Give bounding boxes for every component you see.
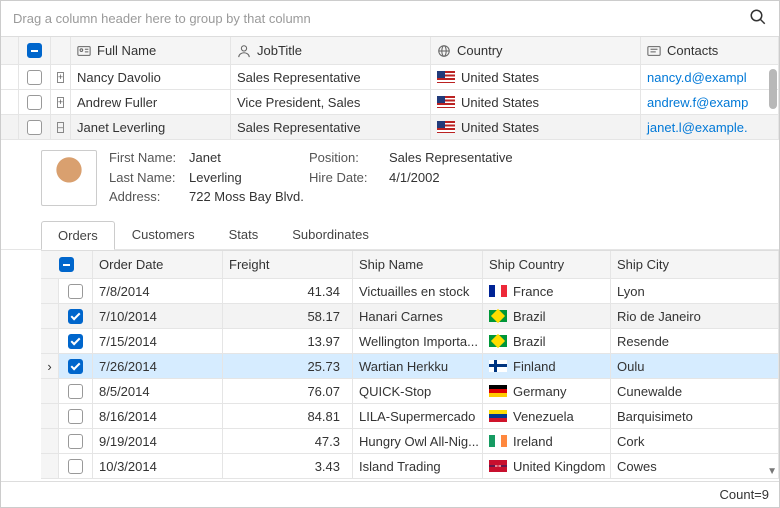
col-country[interactable]: Country <box>431 37 641 64</box>
nested-select-all-checkbox[interactable] <box>59 257 74 272</box>
order-checkbox[interactable] <box>68 434 83 449</box>
row-indicator <box>41 279 59 303</box>
row-checkbox[interactable] <box>27 95 42 110</box>
flag-icon <box>489 360 507 372</box>
tab-customers[interactable]: Customers <box>115 220 212 249</box>
person-icon <box>237 44 251 58</box>
order-checkbox[interactable] <box>68 384 83 399</box>
order-row[interactable]: 7/15/2014 13.97 Wellington Importa... Br… <box>41 329 779 354</box>
order-checkbox[interactable] <box>68 284 83 299</box>
order-row[interactable]: 7/10/2014 58.17 Hanari Carnes Brazil Rio… <box>41 304 779 329</box>
order-checkbox[interactable] <box>68 359 83 374</box>
col-order-date[interactable]: Order Date <box>93 251 223 278</box>
order-row[interactable]: › 7/26/2014 25.73 Wartian Herkku Finland… <box>41 354 779 379</box>
order-row[interactable]: 10/3/2014 3.43 Island Trading United Kin… <box>41 454 779 479</box>
nested-grid: Order Date Freight Ship Name Ship Countr… <box>41 250 779 479</box>
order-checkbox[interactable] <box>68 309 83 324</box>
contact-card-icon <box>647 44 661 58</box>
row-indicator <box>41 404 59 428</box>
expand-icon[interactable]: + <box>57 97 64 108</box>
group-panel-text: Drag a column header here to group by th… <box>13 11 311 26</box>
tab-stats[interactable]: Stats <box>212 220 276 249</box>
order-row[interactable]: 9/19/2014 47.3 Hungry Owl All-Nig... Ire… <box>41 429 779 454</box>
flag-icon <box>489 435 507 447</box>
col-ship-country[interactable]: Ship Country <box>483 251 611 278</box>
expand-icon[interactable]: – <box>57 122 64 133</box>
col-ship-name[interactable]: Ship Name <box>353 251 483 278</box>
flag-icon <box>489 385 507 397</box>
globe-icon <box>437 44 451 58</box>
detail-panel: First Name:Janet Position:Sales Represen… <box>1 140 779 250</box>
flag-icon <box>489 285 507 297</box>
flag-icon <box>489 460 507 472</box>
footer: Count=9 <box>1 481 779 507</box>
flag-icon <box>437 121 455 133</box>
expand-icon[interactable]: + <box>57 72 64 83</box>
scrollbar-thumb[interactable] <box>769 69 777 109</box>
order-checkbox[interactable] <box>68 459 83 474</box>
tab-orders[interactable]: Orders <box>41 221 115 250</box>
col-contacts[interactable]: Contacts <box>641 37 779 64</box>
order-row[interactable]: 8/5/2014 76.07 QUICK-Stop Germany Cunewa… <box>41 379 779 404</box>
flag-icon <box>489 335 507 347</box>
person-card-icon <box>77 44 91 58</box>
flag-icon <box>489 310 507 322</box>
row-checkbox[interactable] <box>27 120 42 135</box>
order-row[interactable]: 7/8/2014 41.34 Victuailles en stock Fran… <box>41 279 779 304</box>
table-row[interactable]: + Andrew Fuller Vice President, Sales Un… <box>1 90 779 115</box>
col-fullname[interactable]: Full Name <box>71 37 231 64</box>
row-indicator <box>41 379 59 403</box>
search-icon[interactable] <box>749 8 767 29</box>
row-indicator <box>41 454 59 478</box>
select-all-checkbox[interactable] <box>27 43 42 58</box>
contact-link[interactable]: nancy.d@exampl <box>641 65 779 89</box>
col-jobtitle[interactable]: JobTitle <box>231 37 431 64</box>
group-panel[interactable]: Drag a column header here to group by th… <box>1 1 779 37</box>
col-freight[interactable]: Freight <box>223 251 353 278</box>
order-checkbox[interactable] <box>68 334 83 349</box>
flag-icon <box>489 410 507 422</box>
main-header-row: Full Name JobTitle Country Contacts <box>1 37 779 65</box>
table-row[interactable]: + Nancy Davolio Sales Representative Uni… <box>1 65 779 90</box>
contact-link[interactable]: andrew.f@examp <box>641 90 779 114</box>
flag-icon <box>437 96 455 108</box>
avatar <box>41 150 97 206</box>
row-indicator <box>41 304 59 328</box>
col-ship-city[interactable]: Ship City <box>611 251 779 278</box>
contact-link[interactable]: janet.l@example. <box>641 115 779 139</box>
order-row[interactable]: 8/16/2014 84.81 LILA-Supermercado Venezu… <box>41 404 779 429</box>
row-checkbox[interactable] <box>27 70 42 85</box>
flag-icon <box>437 71 455 83</box>
row-indicator: › <box>41 354 59 378</box>
table-row[interactable]: – Janet Leverling Sales Representative U… <box>1 115 779 140</box>
scroll-down-arrow[interactable]: ▼ <box>767 466 777 477</box>
order-checkbox[interactable] <box>68 409 83 424</box>
tab-subordinates[interactable]: Subordinates <box>275 220 386 249</box>
row-indicator <box>41 329 59 353</box>
nested-header: Order Date Freight Ship Name Ship Countr… <box>41 251 779 279</box>
row-indicator <box>41 429 59 453</box>
